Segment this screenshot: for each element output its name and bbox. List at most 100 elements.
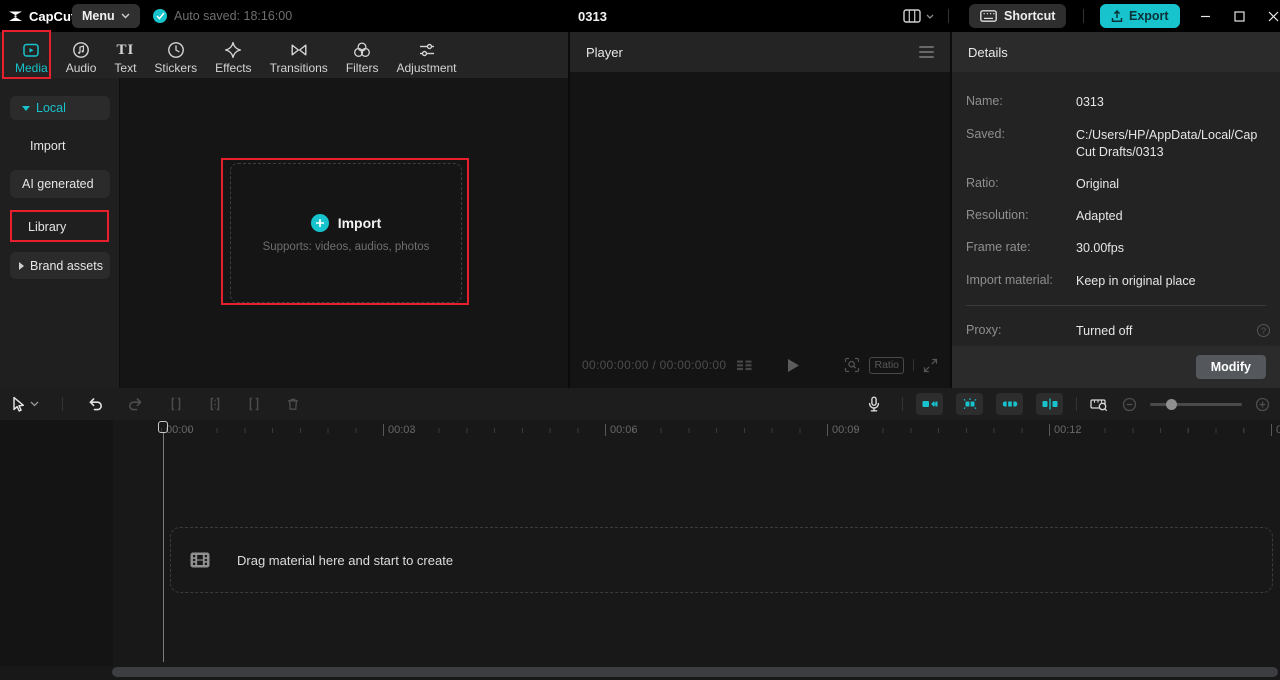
preview-axis-toggle[interactable]: [956, 393, 983, 415]
detail-value: Turned off: [1076, 324, 1133, 338]
delete-icon[interactable]: [285, 396, 301, 412]
topbar-divider: [948, 9, 949, 23]
player-controls-divider: [913, 359, 914, 371]
detail-row-ratio: Ratio: Original: [966, 176, 1266, 193]
detail-label: Name:: [966, 94, 1003, 108]
ruler-label: 00:12: [1049, 424, 1082, 436]
timeline-scale-icon[interactable]: [1090, 396, 1109, 413]
detail-value: C:/Users/HP/AppData/Local/CapCut Drafts/…: [1076, 128, 1258, 159]
sidebar-item-brand-assets[interactable]: Brand assets: [10, 252, 110, 279]
split-left-icon[interactable]: [168, 396, 184, 412]
zoom-slider-handle[interactable]: [1166, 398, 1177, 410]
tab-effects[interactable]: Effects: [206, 32, 260, 78]
panel-layout-button[interactable]: [903, 2, 934, 30]
caret-right-icon: [19, 261, 24, 270]
annotation-box-media-tab: [2, 30, 51, 79]
toolbar-divider: [902, 397, 903, 411]
sidebar-item-brand-assets-label: Brand assets: [30, 258, 103, 273]
cursor-tool-icon[interactable]: [10, 396, 26, 413]
player-menu-icon[interactable]: [919, 46, 934, 58]
ruler-label: 0: [1271, 424, 1280, 436]
linkage-toggle[interactable]: [996, 393, 1023, 415]
microphone-icon[interactable]: [865, 396, 883, 413]
shortcut-button[interactable]: Shortcut: [969, 4, 1067, 28]
split-icon[interactable]: [207, 396, 223, 412]
tab-transitions-label: Transitions: [269, 60, 328, 75]
details-title: Details: [968, 44, 1008, 60]
caret-down-icon: [22, 105, 30, 111]
timecode-duration: 00:00:00:00: [659, 358, 727, 372]
player-panel: Player 00:00:00:00 / 00:00:00:00 Ratio: [570, 32, 950, 388]
autosave-status: Auto saved: 18:16:00: [153, 0, 292, 32]
export-upload-icon: [1111, 9, 1123, 23]
details-header: Details: [952, 32, 1280, 72]
export-button-label: Export: [1129, 9, 1169, 23]
tab-adjustment[interactable]: Adjustment: [387, 32, 465, 78]
adjustment-icon: [417, 40, 437, 60]
sidebar-item-import-label: Import: [30, 139, 66, 153]
detail-row-import-material: Import material: Keep in original place: [966, 273, 1266, 290]
tab-audio[interactable]: Audio: [57, 32, 106, 78]
chevron-down-icon: [926, 14, 934, 19]
ruler-label: 00:03: [383, 424, 416, 436]
annotation-box-library: [10, 210, 109, 242]
maximize-button[interactable]: [1224, 0, 1254, 32]
minimize-button[interactable]: [1190, 0, 1220, 32]
close-button[interactable]: [1258, 0, 1280, 32]
fullscreen-icon[interactable]: [923, 358, 938, 373]
audio-icon: [71, 40, 91, 60]
playhead-line: [163, 433, 164, 662]
timeline-dropzone[interactable]: Drag material here and start to create: [170, 527, 1273, 593]
split-right-icon[interactable]: [246, 396, 262, 412]
cursor-dropdown-icon[interactable]: [30, 401, 39, 407]
logo-text: CapCut: [29, 8, 76, 24]
ratio-button[interactable]: Ratio: [869, 356, 904, 374]
detail-row-resolution: Resolution: Adapted: [966, 208, 1266, 225]
menu-button[interactable]: Menu: [72, 4, 140, 28]
player-title: Player: [586, 44, 623, 60]
auto-snap-toggle[interactable]: [1036, 393, 1063, 415]
player-controls: 00:00:00:00 / 00:00:00:00 Ratio: [582, 354, 938, 376]
details-panel: Details Name: 0313 Saved: C:/Users/HP/Ap…: [952, 32, 1280, 388]
timeline-area: 00:00 00:03 00:06 00:09 00:12 0 Drag mat…: [0, 420, 1280, 680]
export-button[interactable]: Export: [1100, 4, 1180, 28]
tab-stickers[interactable]: Stickers: [145, 32, 206, 78]
tab-transitions[interactable]: Transitions: [261, 32, 337, 78]
transitions-icon: [289, 40, 309, 60]
zoom-in-icon[interactable]: [1255, 397, 1270, 412]
sidebar-item-import[interactable]: Import: [10, 134, 110, 158]
timeline-zoom-slider[interactable]: [1150, 398, 1242, 410]
track-header-gutter: [0, 420, 113, 666]
panel-layout-icon: [903, 9, 921, 23]
undo-icon[interactable]: [86, 396, 104, 412]
shortcut-button-label: Shortcut: [1004, 9, 1056, 23]
modify-button[interactable]: Modify: [1195, 355, 1266, 379]
toolbar-divider: [62, 397, 63, 411]
timeline-ruler[interactable]: [161, 428, 1276, 433]
detail-label: Frame rate:: [966, 240, 1031, 254]
tab-text[interactable]: TI Text: [105, 32, 145, 78]
timecode-separator: /: [648, 358, 660, 372]
zoom-fit-icon[interactable]: [844, 357, 860, 373]
dropzone-hint: Drag material here and start to create: [237, 552, 454, 568]
scrollbar-thumb[interactable]: [112, 667, 1278, 677]
capcut-window: CapCut Menu Auto saved: 18:16:00 0313 Sh…: [0, 0, 1280, 680]
zoom-out-icon[interactable]: [1122, 397, 1137, 412]
play-icon[interactable]: [787, 358, 800, 373]
redo-icon[interactable]: [127, 396, 145, 412]
main-track-magnet-toggle[interactable]: [916, 393, 943, 415]
tab-filters[interactable]: Filters: [337, 32, 388, 78]
frame-view-icon[interactable]: [736, 359, 753, 372]
sidebar-item-local[interactable]: Local: [10, 96, 110, 120]
playhead-handle[interactable]: [158, 421, 168, 433]
player-header: Player: [570, 32, 950, 72]
tab-audio-label: Audio: [65, 60, 97, 75]
detail-value: 30.00fps: [1076, 241, 1124, 255]
keyboard-icon: [980, 10, 997, 22]
horizontal-scrollbar[interactable]: [112, 666, 1280, 678]
detail-value: Keep in original place: [1076, 274, 1196, 288]
help-icon[interactable]: ?: [1257, 324, 1270, 337]
text-icon: TI: [116, 41, 135, 58]
menu-button-label: Menu: [82, 9, 115, 23]
sidebar-item-ai-generated[interactable]: AI generated: [10, 170, 110, 198]
